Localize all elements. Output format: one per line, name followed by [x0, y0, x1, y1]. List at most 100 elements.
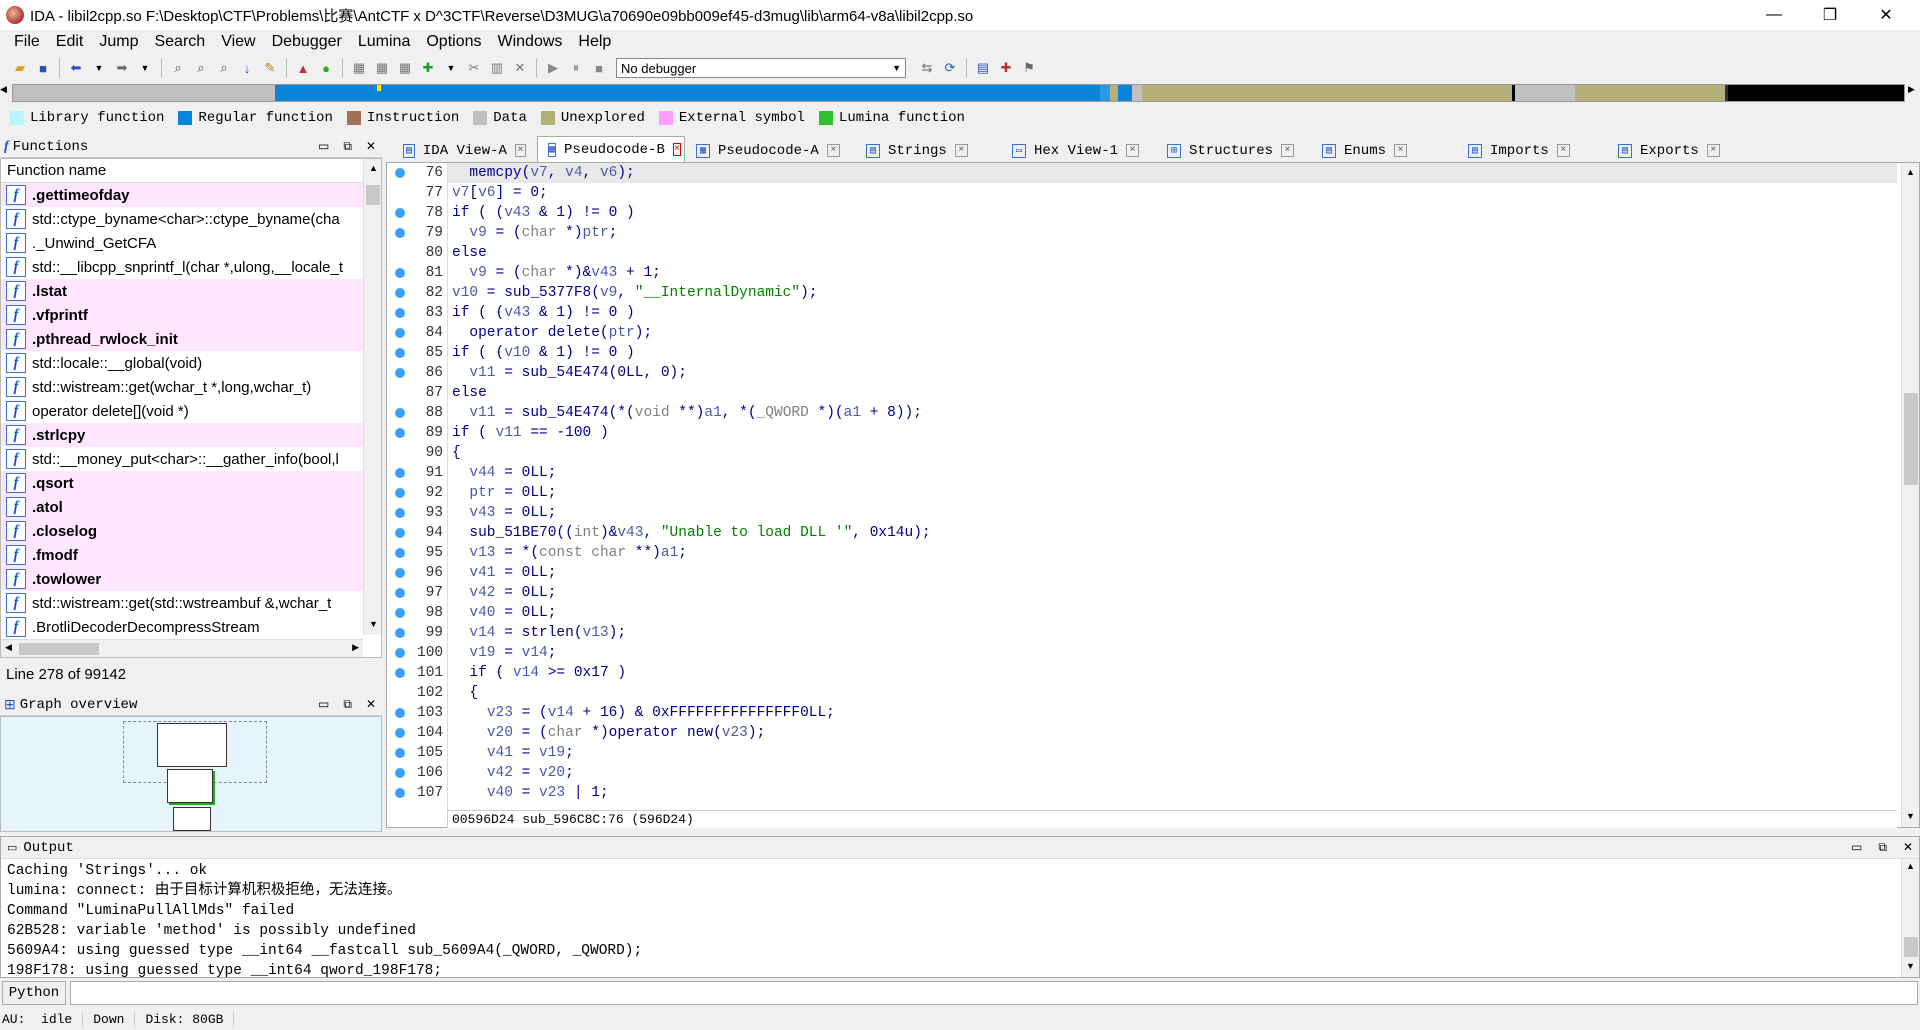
gutter-line[interactable]: 101	[387, 663, 447, 683]
minimize-button[interactable]: —	[1746, 0, 1802, 30]
code-line[interactable]: else	[448, 243, 1897, 263]
menu-file[interactable]: File	[6, 33, 48, 51]
add-icon[interactable]: ✚	[418, 58, 438, 78]
attach-icon[interactable]: ⟳	[940, 58, 960, 78]
search-text-icon[interactable]: ⌕	[191, 58, 211, 78]
code-line[interactable]: v23 = (v14 + 16) & 0xFFFFFFFFFFFFFFF0LL;	[448, 703, 1897, 723]
tab-hex-view-1[interactable]: ▭ Hex View-1 ×	[1001, 138, 1156, 162]
code-line[interactable]: v44 = 0LL;	[448, 463, 1897, 483]
pen-icon[interactable]: ✎	[260, 58, 280, 78]
menu-search[interactable]: Search	[146, 33, 213, 51]
tab-close-icon[interactable]: ×	[1126, 144, 1140, 157]
code-line[interactable]: v41 = v19;	[448, 743, 1897, 763]
code-area[interactable]: memcpy(v7, v4, v6); v7[v6] = 0; if ( (v43 …	[447, 163, 1897, 811]
gutter-line[interactable]: 104	[387, 723, 447, 743]
breakpoint-dot-icon[interactable]	[395, 408, 405, 418]
function-row[interactable]: f operator delete[](void *)	[1, 399, 363, 423]
gutter-line[interactable]: 100	[387, 643, 447, 663]
gutter-line[interactable]: 83	[387, 303, 447, 323]
scroll-left-icon[interactable]: ◀	[5, 642, 12, 653]
menu-windows[interactable]: Windows	[489, 33, 570, 51]
code-line[interactable]: v11 = sub_54E474(*(void **)a1, *(_QWORD …	[448, 403, 1897, 423]
make-code-icon[interactable]: ▦	[349, 58, 369, 78]
gutter-line[interactable]: 76	[387, 163, 447, 183]
scroll-down-icon[interactable]: ▼	[369, 619, 378, 629]
breakpoint-dot-icon[interactable]	[395, 568, 405, 578]
panel-close-icon[interactable]: ✕	[1903, 840, 1913, 855]
tab-close-icon[interactable]: ×	[672, 143, 681, 156]
function-row[interactable]: f std::__libcpp_snprintf_l(char *,ulong,_…	[1, 255, 363, 279]
gutter-line[interactable]: 79	[387, 223, 447, 243]
scroll-up-icon[interactable]: ▲	[369, 163, 378, 173]
gutter-line[interactable]: 87	[387, 383, 447, 403]
function-row[interactable]: f std::wistream::get(wchar_t *,long,wchar…	[1, 375, 363, 399]
code-line[interactable]: if ( (v43 & 1) != 0 )	[448, 303, 1897, 323]
green-circle-icon[interactable]: ●	[316, 58, 336, 78]
command-input[interactable]	[70, 981, 1918, 1005]
gutter-line[interactable]: 94	[387, 523, 447, 543]
code-line[interactable]: v41 = 0LL;	[448, 563, 1897, 583]
code-line[interactable]: ptr = 0LL;	[448, 483, 1897, 503]
save-icon[interactable]: ■	[33, 58, 53, 78]
gutter-line[interactable]: 99	[387, 623, 447, 643]
breakpoint-dot-icon[interactable]	[395, 528, 405, 538]
function-row[interactable]: f .atol	[1, 495, 363, 519]
breakpoint-dot-icon[interactable]	[395, 168, 405, 178]
code-line[interactable]: else	[448, 383, 1897, 403]
tracing-icon[interactable]: ✚	[996, 58, 1016, 78]
tab-close-icon[interactable]: ×	[1281, 144, 1295, 157]
gutter-line[interactable]: 90	[387, 443, 447, 463]
tab-close-icon[interactable]: ×	[514, 144, 526, 157]
breakpoint-dot-icon[interactable]	[395, 308, 405, 318]
breakpoint-dot-icon[interactable]	[395, 668, 405, 678]
tab-close-icon[interactable]: ×	[826, 144, 840, 157]
tab-imports[interactable]: ▤ Imports ×	[1457, 138, 1607, 162]
pseudocode-view[interactable]: 76 77 78 79 80 81 82 83 84 85 86 87 88 89 90 91 92 93 94 95…	[386, 162, 1920, 828]
panel-close-icon[interactable]: ✕	[366, 697, 376, 712]
graph-icon[interactable]: ▲	[293, 58, 313, 78]
gutter-line[interactable]: 80	[387, 243, 447, 263]
function-row[interactable]: f .towlower	[1, 567, 363, 591]
gutter-line[interactable]: 77	[387, 183, 447, 203]
navigation-band[interactable]	[12, 84, 1905, 102]
gutter-line[interactable]: 82	[387, 283, 447, 303]
debugger-select[interactable]: No debugger ▼	[616, 58, 906, 78]
function-row[interactable]: f std::wistream::get(std::wstreambuf &,wc…	[1, 591, 363, 615]
function-row[interactable]: f .BrotliDecoderDecompressStream	[1, 615, 363, 639]
code-line[interactable]: operator delete(ptr);	[448, 323, 1897, 343]
panel-dock-icon[interactable]: ⧉	[343, 139, 352, 154]
watch-icon[interactable]: ⚑	[1019, 58, 1039, 78]
menu-lumina[interactable]: Lumina	[350, 33, 418, 51]
panel-close-icon[interactable]: ✕	[366, 139, 376, 154]
pause-icon[interactable]: ⏸	[566, 58, 586, 78]
graph-overview[interactable]	[0, 716, 382, 832]
panel-float-icon[interactable]: ▭	[1851, 840, 1862, 855]
back-dropdown-icon[interactable]: ▼	[89, 58, 109, 78]
breakpoint-dot-icon[interactable]	[395, 348, 405, 358]
code-line[interactable]: {	[448, 683, 1897, 703]
breakpoint-dot-icon[interactable]	[395, 728, 405, 738]
scroll-up-icon[interactable]: ▲	[1906, 167, 1915, 177]
function-row[interactable]: f .qsort	[1, 471, 363, 495]
function-name-column-header[interactable]: Function name	[1, 159, 381, 183]
tab-enums[interactable]: ▤ Enums ×	[1311, 138, 1457, 162]
code-line[interactable]: v19 = v14;	[448, 643, 1897, 663]
function-row[interactable]: f .strlcpy	[1, 423, 363, 447]
back-arrow-icon[interactable]: ⬅	[66, 58, 86, 78]
code-line[interactable]: memcpy(v7, v4, v6);	[448, 163, 1897, 183]
scroll-up-icon[interactable]: ▲	[1906, 861, 1915, 871]
function-row[interactable]: f .lstat	[1, 279, 363, 303]
gutter-line[interactable]: 86	[387, 363, 447, 383]
code-line[interactable]: v14 = strlen(v13);	[448, 623, 1897, 643]
function-row[interactable]: f .fmodf	[1, 543, 363, 567]
code-line[interactable]: if ( (v10 & 1) != 0 )	[448, 343, 1897, 363]
gutter-line[interactable]: 84	[387, 323, 447, 343]
breakpoint-dot-icon[interactable]	[395, 648, 405, 658]
code-line[interactable]: if ( v11 == -100 )	[448, 423, 1897, 443]
tab-close-icon[interactable]: ×	[1556, 144, 1570, 157]
tab-structures[interactable]: ⊞ Structures ×	[1156, 138, 1311, 162]
breakpoint-dot-icon[interactable]	[395, 228, 405, 238]
gutter-line[interactable]: 98	[387, 603, 447, 623]
panel-dock-icon[interactable]: ⧉	[343, 697, 352, 712]
breakpoint-dot-icon[interactable]	[395, 328, 405, 338]
